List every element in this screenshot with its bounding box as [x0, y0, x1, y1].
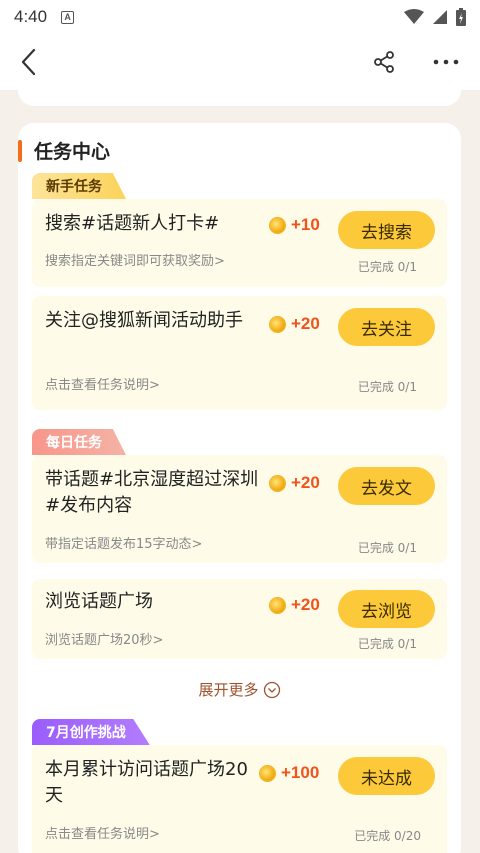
- task-progress: 已完成 0/1: [357, 637, 417, 651]
- task-progress: 已完成 0/1: [357, 541, 417, 555]
- more-icon[interactable]: [432, 58, 460, 66]
- task-center-header: 任务中心: [18, 137, 110, 164]
- task-reward: +20: [270, 473, 320, 493]
- chevron-left-icon: [21, 48, 36, 76]
- status-time: 4:40: [14, 7, 48, 26]
- task-progress: 已完成 0/20: [354, 829, 421, 843]
- coin-icon: [270, 316, 285, 332]
- task-description[interactable]: 点击查看任务说明>: [45, 374, 160, 393]
- tag-july-challenge: 7月创作挑战: [32, 719, 150, 745]
- task-description[interactable]: 搜索指定关键词即可获取奖励>: [45, 250, 225, 269]
- a-icon: A: [61, 10, 75, 24]
- task-progress: 已完成 0/1: [357, 260, 417, 274]
- task-title: 带话题#北京湿度超过深圳#发布内容: [45, 469, 259, 516]
- tag-daily-tasks: 每日任务: [32, 429, 126, 455]
- coin-icon: [260, 765, 275, 781]
- reward-points: +20: [291, 595, 320, 614]
- back-button[interactable]: [20, 47, 46, 77]
- task-description[interactable]: 浏览话题广场20秒>: [45, 629, 163, 648]
- task-item: 带话题#北京湿度超过深圳#发布内容 带指定话题发布15字动态> +20 去发文 …: [32, 455, 447, 563]
- wifi-icon: [404, 9, 424, 24]
- previous-card-fragment: [18, 78, 461, 106]
- status-bar: 4:40 A: [0, 0, 480, 34]
- task-item: 搜索#话题新人打卡# 搜索指定关键词即可获取奖励> +10 去搜索 已完成 0/…: [32, 199, 447, 287]
- go-search-button[interactable]: 去搜索: [338, 211, 435, 249]
- go-post-button[interactable]: 去发文: [338, 467, 435, 505]
- expand-more-button[interactable]: 展开更多: [18, 679, 461, 700]
- signal-icon: [433, 10, 447, 24]
- coin-icon: [270, 475, 285, 491]
- reward-points: +100: [281, 763, 320, 782]
- battery-icon: [456, 8, 466, 26]
- task-reward: +10: [270, 215, 320, 235]
- title-accent-bar: [18, 139, 22, 162]
- coin-icon: [270, 217, 285, 233]
- reward-points: +20: [291, 314, 320, 333]
- task-reward: +20: [270, 595, 320, 615]
- task-reward: +100: [260, 763, 319, 783]
- status-icons: [404, 8, 466, 26]
- expand-more-label: 展开更多: [198, 681, 259, 699]
- go-follow-button[interactable]: 去关注: [338, 308, 435, 346]
- share-icon[interactable]: [372, 50, 396, 74]
- task-title: 搜索#话题新人打卡#: [45, 213, 220, 234]
- task-center-card: 任务中心 新手任务 搜索#话题新人打卡# 搜索指定关键词即可获取奖励> +10 …: [18, 123, 461, 853]
- tag-newbie-tasks: 新手任务: [32, 173, 126, 199]
- not-achieved-button[interactable]: 未达成: [338, 757, 435, 795]
- task-title: 关注@搜狐新闻活动助手: [45, 310, 243, 331]
- task-progress: 已完成 0/1: [357, 380, 417, 394]
- coin-icon: [270, 597, 285, 613]
- task-item: 关注@搜狐新闻活动助手 点击查看任务说明> +20 去关注 已完成 0/1: [32, 296, 447, 410]
- task-reward: +20: [270, 314, 320, 334]
- task-center-title: 任务中心: [34, 141, 111, 163]
- task-item: 浏览话题广场 浏览话题广场20秒> +20 去浏览 已完成 0/1: [32, 579, 447, 659]
- task-title: 本月累计访问话题广场20天: [45, 759, 248, 806]
- reward-points: +10: [291, 215, 320, 234]
- chevron-down-circle-icon: [263, 681, 280, 698]
- task-item: 本月累计访问话题广场20天 点击查看任务说明> +100 未达成 已完成 0/2…: [32, 745, 447, 853]
- go-browse-button[interactable]: 去浏览: [338, 590, 435, 628]
- reward-points: +20: [291, 473, 320, 492]
- task-description[interactable]: 带指定话题发布15字动态>: [45, 533, 202, 552]
- task-title: 浏览话题广场: [45, 591, 153, 612]
- task-description[interactable]: 点击查看任务说明>: [45, 823, 160, 842]
